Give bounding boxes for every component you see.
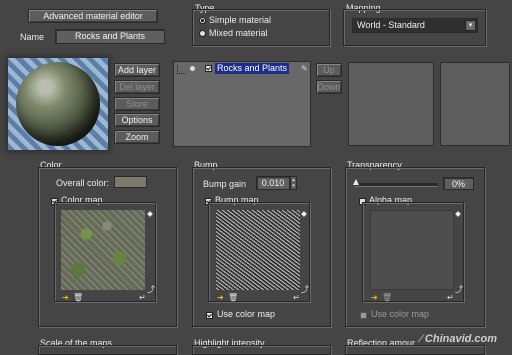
transparency-slider[interactable] [353,179,438,187]
map-move-icon[interactable]: ➜ [217,293,224,302]
layer-visibility-icon[interactable] [190,66,195,71]
material-name-field[interactable]: Rocks and Plants [55,29,165,44]
chevron-down-icon[interactable]: ▾ [465,20,476,31]
mixed-material-label[interactable]: Mixed material [209,28,268,38]
map-return-icon[interactable]: ↵ [447,293,454,302]
map-rotate-icon[interactable]: ⤴ [301,284,309,295]
store-button[interactable]: Store [114,97,160,111]
material-preview [8,58,108,150]
options-button[interactable]: Options [114,113,160,127]
highlight-group [192,345,331,355]
map-delete-icon[interactable]: 🗑 [228,293,238,302]
overall-color-label: Overall color: [56,178,110,188]
watermark: ⁄ Chinavid.com [420,333,497,345]
transparency-value[interactable]: 0% [443,177,474,190]
alpha-use-color-map-label: Use color map [371,309,430,319]
layer-enabled-checkbox[interactable] [205,65,212,72]
name-label: Name [20,32,45,42]
layer-preview-panel-1 [348,62,434,146]
watermark-text: Chinavid.com [424,333,498,345]
simple-material-radio[interactable] [199,17,206,24]
reflection-group [345,345,485,355]
overall-color-swatch[interactable] [114,176,147,188]
alpha-map-empty[interactable] [370,210,454,290]
simple-material-label[interactable]: Simple material [209,15,271,25]
mapping-select-value: World - Standard [357,20,425,30]
bump-gain-spinner[interactable]: ▴ ▾ [290,176,297,190]
map-move-icon[interactable]: ➜ [62,293,69,302]
bump-gain-input[interactable]: 0.010 [256,176,290,190]
bump-map-texture[interactable] [216,210,300,290]
layer-item[interactable]: Rocks and Plants [215,63,290,74]
del-layer-button[interactable]: Del layer [114,80,160,94]
layer-list[interactable]: Rocks and Plants ✎ [173,61,311,147]
mapping-select[interactable]: World - Standard ▾ [352,18,478,33]
map-move-icon[interactable]: ➜ [371,293,378,302]
add-layer-button[interactable]: Add layer [114,63,160,77]
bump-use-color-map-label: Use color map [217,309,276,319]
map-rotate-icon[interactable]: ⤴ [147,284,155,295]
layer-preview-panel-2 [440,62,510,146]
alpha-use-color-map-checkbox[interactable] [360,312,367,319]
editor-title-button[interactable]: Advanced material editor [28,9,158,23]
color-map-texture[interactable] [61,210,145,290]
layer-item-label: Rocks and Plants [217,63,288,73]
scale-group [38,345,177,355]
mixed-material-radio[interactable] [199,30,206,37]
map-delete-icon[interactable]: 🗑 [382,293,392,302]
tree-expander-icon[interactable] [177,65,186,74]
map-return-icon[interactable]: ↵ [139,293,146,302]
material-preview-sphere [16,62,100,146]
layer-up-button[interactable]: Up [316,63,342,77]
map-delete-icon[interactable]: 🗑 [73,293,83,302]
map-return-icon[interactable]: ↵ [293,293,300,302]
bump-gain-label: Bump gain [203,179,247,189]
bump-use-color-map-checkbox[interactable] [206,312,213,319]
layer-down-button[interactable]: Down [316,80,342,94]
transparency-slider-thumb[interactable] [353,179,359,185]
map-rotate-icon[interactable]: ⤴ [455,284,463,295]
zoom-button[interactable]: Zoom [114,130,160,144]
watermark-slash-icon: ⁄ [420,333,422,345]
edit-pencil-icon[interactable]: ✎ [301,64,308,73]
